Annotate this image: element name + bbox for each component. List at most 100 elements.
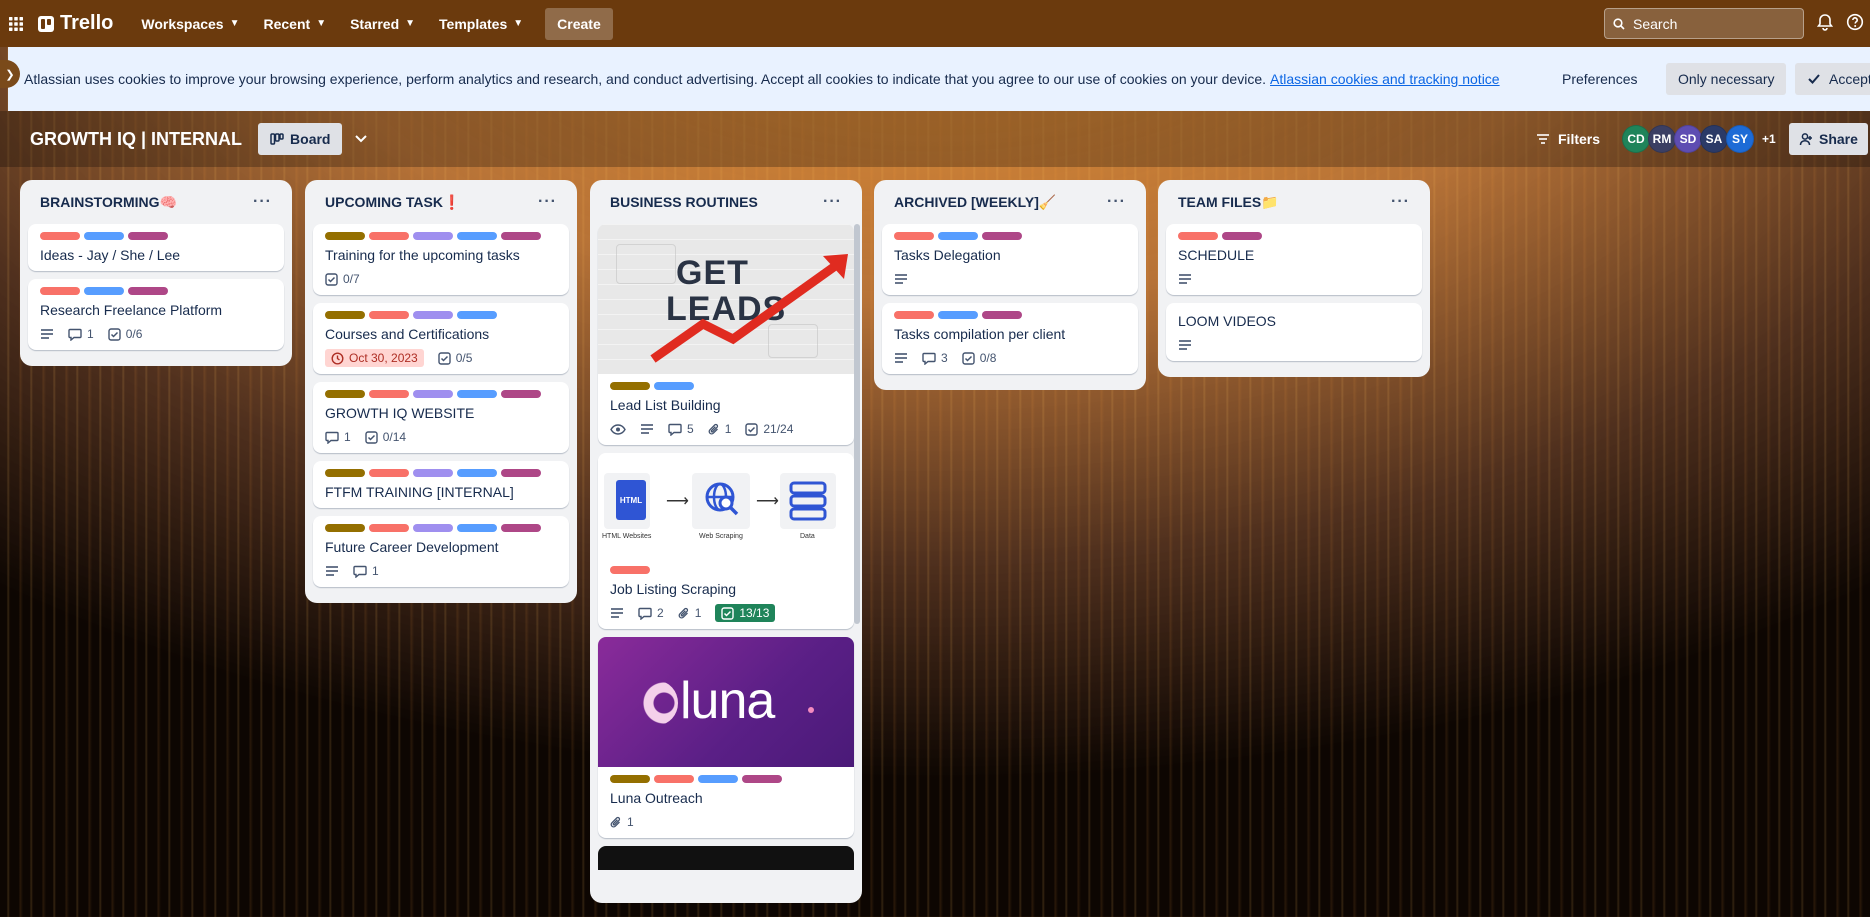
member-avatar[interactable]: SY: [1726, 125, 1754, 153]
card[interactable]: GET LEADS Lead List Building 5 1 21/24: [598, 224, 854, 445]
cookie-only-necessary-button[interactable]: Only necessary: [1666, 63, 1787, 95]
view-switcher-chevron-icon[interactable]: [354, 131, 368, 147]
card-label-red[interactable]: [369, 390, 409, 398]
templates-menu[interactable]: Templates ▼: [427, 8, 535, 40]
card[interactable]: HTML ⟶ ⟶ HTML Websites Web Scraping Data Job L…: [598, 453, 854, 629]
card[interactable]: Tasks compilation per client 3 0/8: [882, 303, 1138, 374]
list-header[interactable]: BRAINSTORMING🧠 ···: [28, 180, 284, 224]
card-label-red[interactable]: [369, 232, 409, 240]
list-title[interactable]: BRAINSTORMING🧠: [40, 194, 177, 211]
notifications-bell-icon[interactable]: [1816, 13, 1834, 36]
cookie-notice-link[interactable]: Atlassian cookies and tracking notice: [1270, 71, 1500, 87]
card[interactable]: Tasks Delegation: [882, 224, 1138, 295]
card-partial-cover[interactable]: [598, 846, 854, 870]
card-label-red[interactable]: [40, 232, 80, 240]
create-button[interactable]: Create: [545, 7, 613, 40]
card-label-blue[interactable]: [938, 232, 978, 240]
board-view-button[interactable]: Board: [258, 123, 343, 155]
card-label-magenta[interactable]: [501, 232, 541, 240]
help-icon[interactable]: [1846, 13, 1864, 36]
list-title[interactable]: UPCOMING TASK❗: [325, 194, 460, 211]
list-menu-icon[interactable]: ···: [1107, 193, 1126, 211]
card[interactable]: Ideas - Jay / She / Lee: [28, 224, 284, 271]
member-avatar[interactable]: SD: [1674, 125, 1702, 153]
card-label-red[interactable]: [369, 311, 409, 319]
card-label-red[interactable]: [369, 524, 409, 532]
list-menu-icon[interactable]: ···: [823, 193, 842, 211]
card[interactable]: luna Luna Outreach 1: [598, 637, 854, 838]
card-label-red[interactable]: [40, 287, 80, 295]
card-label-magenta[interactable]: [501, 469, 541, 477]
card-label-blue[interactable]: [457, 524, 497, 532]
card-label-blue[interactable]: [84, 232, 124, 240]
card-label-magenta[interactable]: [128, 287, 168, 295]
card-label-purple[interactable]: [413, 469, 453, 477]
share-button[interactable]: Share: [1789, 123, 1868, 155]
app-switcher-icon[interactable]: [0, 8, 32, 40]
card-label-olive[interactable]: [610, 775, 650, 783]
card-label-blue[interactable]: [457, 390, 497, 398]
list-header[interactable]: BUSINESS ROUTINES ···: [598, 180, 854, 224]
card-label-blue[interactable]: [457, 232, 497, 240]
list-scrollbar[interactable]: [854, 224, 860, 624]
card[interactable]: GROWTH IQ WEBSITE 1 0/14: [313, 382, 569, 453]
cookie-preferences-button[interactable]: Preferences: [1552, 63, 1647, 95]
workspaces-menu[interactable]: Workspaces ▼: [129, 8, 251, 40]
card-label-blue[interactable]: [84, 287, 124, 295]
card-label-magenta[interactable]: [982, 311, 1022, 319]
board-title[interactable]: GROWTH IQ | INTERNAL: [30, 129, 242, 150]
card[interactable]: Future Career Development 1: [313, 516, 569, 587]
member-avatar[interactable]: SA: [1700, 125, 1728, 153]
card[interactable]: Courses and Certifications Oct 30, 2023 0/…: [313, 303, 569, 374]
card-label-magenta[interactable]: [742, 775, 782, 783]
search-input[interactable]: Search: [1604, 8, 1804, 39]
card-label-olive[interactable]: [325, 469, 365, 477]
list-header[interactable]: ARCHIVED [WEEKLY]🧹 ···: [882, 180, 1138, 224]
card-label-blue[interactable]: [698, 775, 738, 783]
card-label-purple[interactable]: [413, 524, 453, 532]
filters-button[interactable]: Filters: [1536, 123, 1600, 155]
list-title[interactable]: TEAM FILES📁: [1178, 194, 1279, 211]
card-label-purple[interactable]: [413, 390, 453, 398]
list-title[interactable]: BUSINESS ROUTINES: [610, 194, 758, 210]
card[interactable]: FTFM TRAINING [INTERNAL]: [313, 461, 569, 508]
list-menu-icon[interactable]: ···: [538, 193, 557, 211]
member-avatar[interactable]: RM: [1648, 125, 1676, 153]
card-label-magenta[interactable]: [501, 390, 541, 398]
card-label-blue[interactable]: [654, 382, 694, 390]
card[interactable]: Research Freelance Platform 1 0/6: [28, 279, 284, 350]
card-label-red[interactable]: [654, 775, 694, 783]
card-label-red[interactable]: [369, 469, 409, 477]
card-label-blue[interactable]: [938, 311, 978, 319]
recent-menu[interactable]: Recent ▼: [252, 8, 339, 40]
more-members-count[interactable]: +1: [1762, 132, 1776, 146]
card-label-blue[interactable]: [457, 311, 497, 319]
card-label-red[interactable]: [894, 232, 934, 240]
card[interactable]: SCHEDULE: [1166, 224, 1422, 295]
card-label-red[interactable]: [610, 566, 650, 574]
trello-logo[interactable]: Trello: [38, 12, 113, 35]
card-label-red[interactable]: [1178, 232, 1218, 240]
card-label-blue[interactable]: [457, 469, 497, 477]
card-label-purple[interactable]: [413, 232, 453, 240]
card-label-olive[interactable]: [325, 524, 365, 532]
list-header[interactable]: UPCOMING TASK❗ ···: [313, 180, 569, 224]
badge-clock[interactable]: Oct 30, 2023: [325, 349, 424, 367]
member-avatar[interactable]: CD: [1622, 125, 1650, 153]
starred-menu[interactable]: Starred ▼: [338, 8, 427, 40]
list-header[interactable]: TEAM FILES📁 ···: [1166, 180, 1422, 224]
card[interactable]: LOOM VIDEOS: [1166, 303, 1422, 361]
card-label-olive[interactable]: [325, 311, 365, 319]
card-label-magenta[interactable]: [128, 232, 168, 240]
list-menu-icon[interactable]: ···: [253, 193, 272, 211]
card[interactable]: Training for the upcoming tasks 0/7: [313, 224, 569, 295]
card-label-magenta[interactable]: [501, 524, 541, 532]
card-label-olive[interactable]: [610, 382, 650, 390]
list-menu-icon[interactable]: ···: [1391, 193, 1410, 211]
card-label-red[interactable]: [894, 311, 934, 319]
card-label-magenta[interactable]: [1222, 232, 1262, 240]
card-label-purple[interactable]: [413, 311, 453, 319]
cookie-accept-button[interactable]: Accept: [1795, 63, 1870, 95]
card-label-olive[interactable]: [325, 390, 365, 398]
list-title[interactable]: ARCHIVED [WEEKLY]🧹: [894, 194, 1056, 211]
